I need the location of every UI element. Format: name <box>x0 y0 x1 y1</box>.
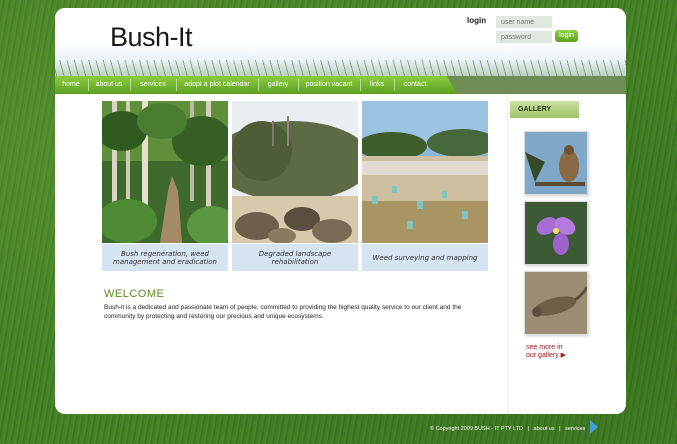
photo-weed-surveying[interactable] <box>362 101 488 243</box>
password-input[interactable] <box>496 31 552 43</box>
nav-about-us[interactable]: about us <box>89 76 129 94</box>
main-nav: home about us services adopt a plot cale… <box>55 76 626 94</box>
nav-contact[interactable]: contact <box>395 76 435 94</box>
see-more-line1: see more in <box>526 344 563 351</box>
gallery-heading: GALLERY <box>510 101 579 118</box>
footer-link-services[interactable]: services <box>565 426 585 432</box>
header: Bush-It login login <box>55 8 626 83</box>
login-label: login <box>467 16 487 25</box>
footer-separator: | <box>527 426 529 432</box>
welcome-heading: WELCOME <box>104 288 165 300</box>
gallery-thumb-bird[interactable] <box>524 131 588 195</box>
chevron-right-icon <box>590 420 598 434</box>
nav-gallery[interactable]: gallery <box>259 76 297 94</box>
photo-bush-regeneration[interactable] <box>102 101 228 243</box>
see-more-gallery-link[interactable]: see more in our gallery ▶ <box>526 344 566 360</box>
footer: © Copyright 2009 BUSH - IT PTY LTD | abo… <box>430 426 588 432</box>
caption-degraded-landscape: Degraded landscape rehabilitation <box>232 244 358 271</box>
nav-links[interactable]: links <box>361 76 393 94</box>
arrow-right-icon: ▶ <box>560 352 567 359</box>
caption-bush-regeneration: Bush regeneration, weed management and e… <box>102 244 228 271</box>
see-more-line2: our gallery ▶ <box>526 352 567 359</box>
copyright-text: © Copyright 2009 BUSH - IT PTY LTD <box>430 426 524 432</box>
welcome-text: Bush-it is a dedicated and passionate te… <box>104 304 462 320</box>
site-logo[interactable]: Bush-It <box>110 22 193 53</box>
footer-separator: | <box>559 426 561 432</box>
footer-link-about-us[interactable]: about us <box>534 426 555 432</box>
nav-adopt-a-plot-calendar[interactable]: adopt a plot calendar <box>177 76 257 94</box>
photo-degraded-landscape[interactable] <box>232 101 358 243</box>
gallery-thumb-lizard[interactable] <box>524 271 588 335</box>
nav-services[interactable]: services <box>131 76 175 94</box>
gallery-thumb-flower[interactable] <box>524 201 588 265</box>
caption-weed-surveying: Weed surveying and mapping <box>362 244 488 271</box>
nav-home[interactable]: home <box>55 76 87 94</box>
login-button[interactable]: login <box>555 30 578 42</box>
nav-position-vacant[interactable]: position vacant <box>299 76 359 94</box>
page-container: Bush-It login login home about us servic… <box>55 8 626 414</box>
username-input[interactable] <box>496 16 552 28</box>
